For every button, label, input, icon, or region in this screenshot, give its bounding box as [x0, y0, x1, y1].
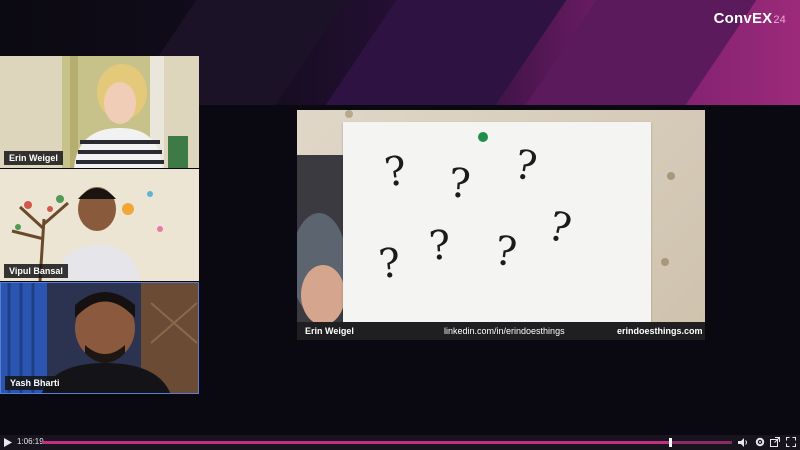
question-mark: ? — [491, 227, 520, 277]
video-controls: 1:06:19 — [0, 435, 800, 450]
question-mark: ? — [511, 141, 541, 191]
pushpin — [661, 258, 669, 266]
participant-name: Erin Weigel — [4, 151, 63, 165]
logo-year: 24 — [773, 14, 786, 26]
participant-tile: Yash Bharti — [0, 282, 199, 394]
volume-icon[interactable] — [738, 438, 748, 447]
paper-sheet: ? ? ? ? ? ? ? — [343, 122, 651, 322]
scrubber-handle[interactable] — [668, 438, 672, 447]
question-mark: ? — [427, 222, 453, 270]
linkedin-link: linkedin.com/in/erindoesthings — [444, 326, 565, 336]
green-pushpin — [478, 132, 488, 142]
website-link: erindoesthings.com — [617, 326, 703, 336]
presenter-info-bar: Erin Weigel linkedin.com/in/erindoesthin… — [297, 322, 705, 340]
play-icon[interactable] — [4, 438, 12, 447]
participant-tile: Erin Weigel — [0, 56, 199, 168]
settings-icon[interactable] — [755, 437, 765, 447]
question-mark: ? — [543, 203, 576, 253]
question-mark: ? — [376, 240, 403, 288]
popout-icon[interactable] — [770, 437, 780, 447]
video-stage: ConvEX24 Erin Weigel Vipul Bansal Yash B… — [0, 0, 800, 435]
pushpin — [667, 172, 675, 180]
fullscreen-icon[interactable] — [786, 437, 796, 447]
question-mark: ? — [381, 147, 410, 197]
shared-screen: ? ? ? ? ? ? ? Erin Weigel linkedin.com/i… — [297, 110, 705, 340]
presenter-name: Erin Weigel — [305, 326, 354, 336]
progress-bar[interactable] — [42, 441, 732, 444]
participant-name: Yash Bharti — [5, 376, 65, 390]
pushpin — [345, 110, 353, 118]
current-time: 1:06:19 — [17, 437, 44, 446]
background-band — [323, 0, 567, 108]
question-mark: ? — [447, 160, 473, 208]
participant-name: Vipul Bansal — [4, 264, 68, 278]
participant-tile: Vipul Bansal — [0, 169, 199, 281]
logo-text: ConvEX — [713, 10, 773, 27]
convex-logo: ConvEX24 — [714, 10, 786, 27]
